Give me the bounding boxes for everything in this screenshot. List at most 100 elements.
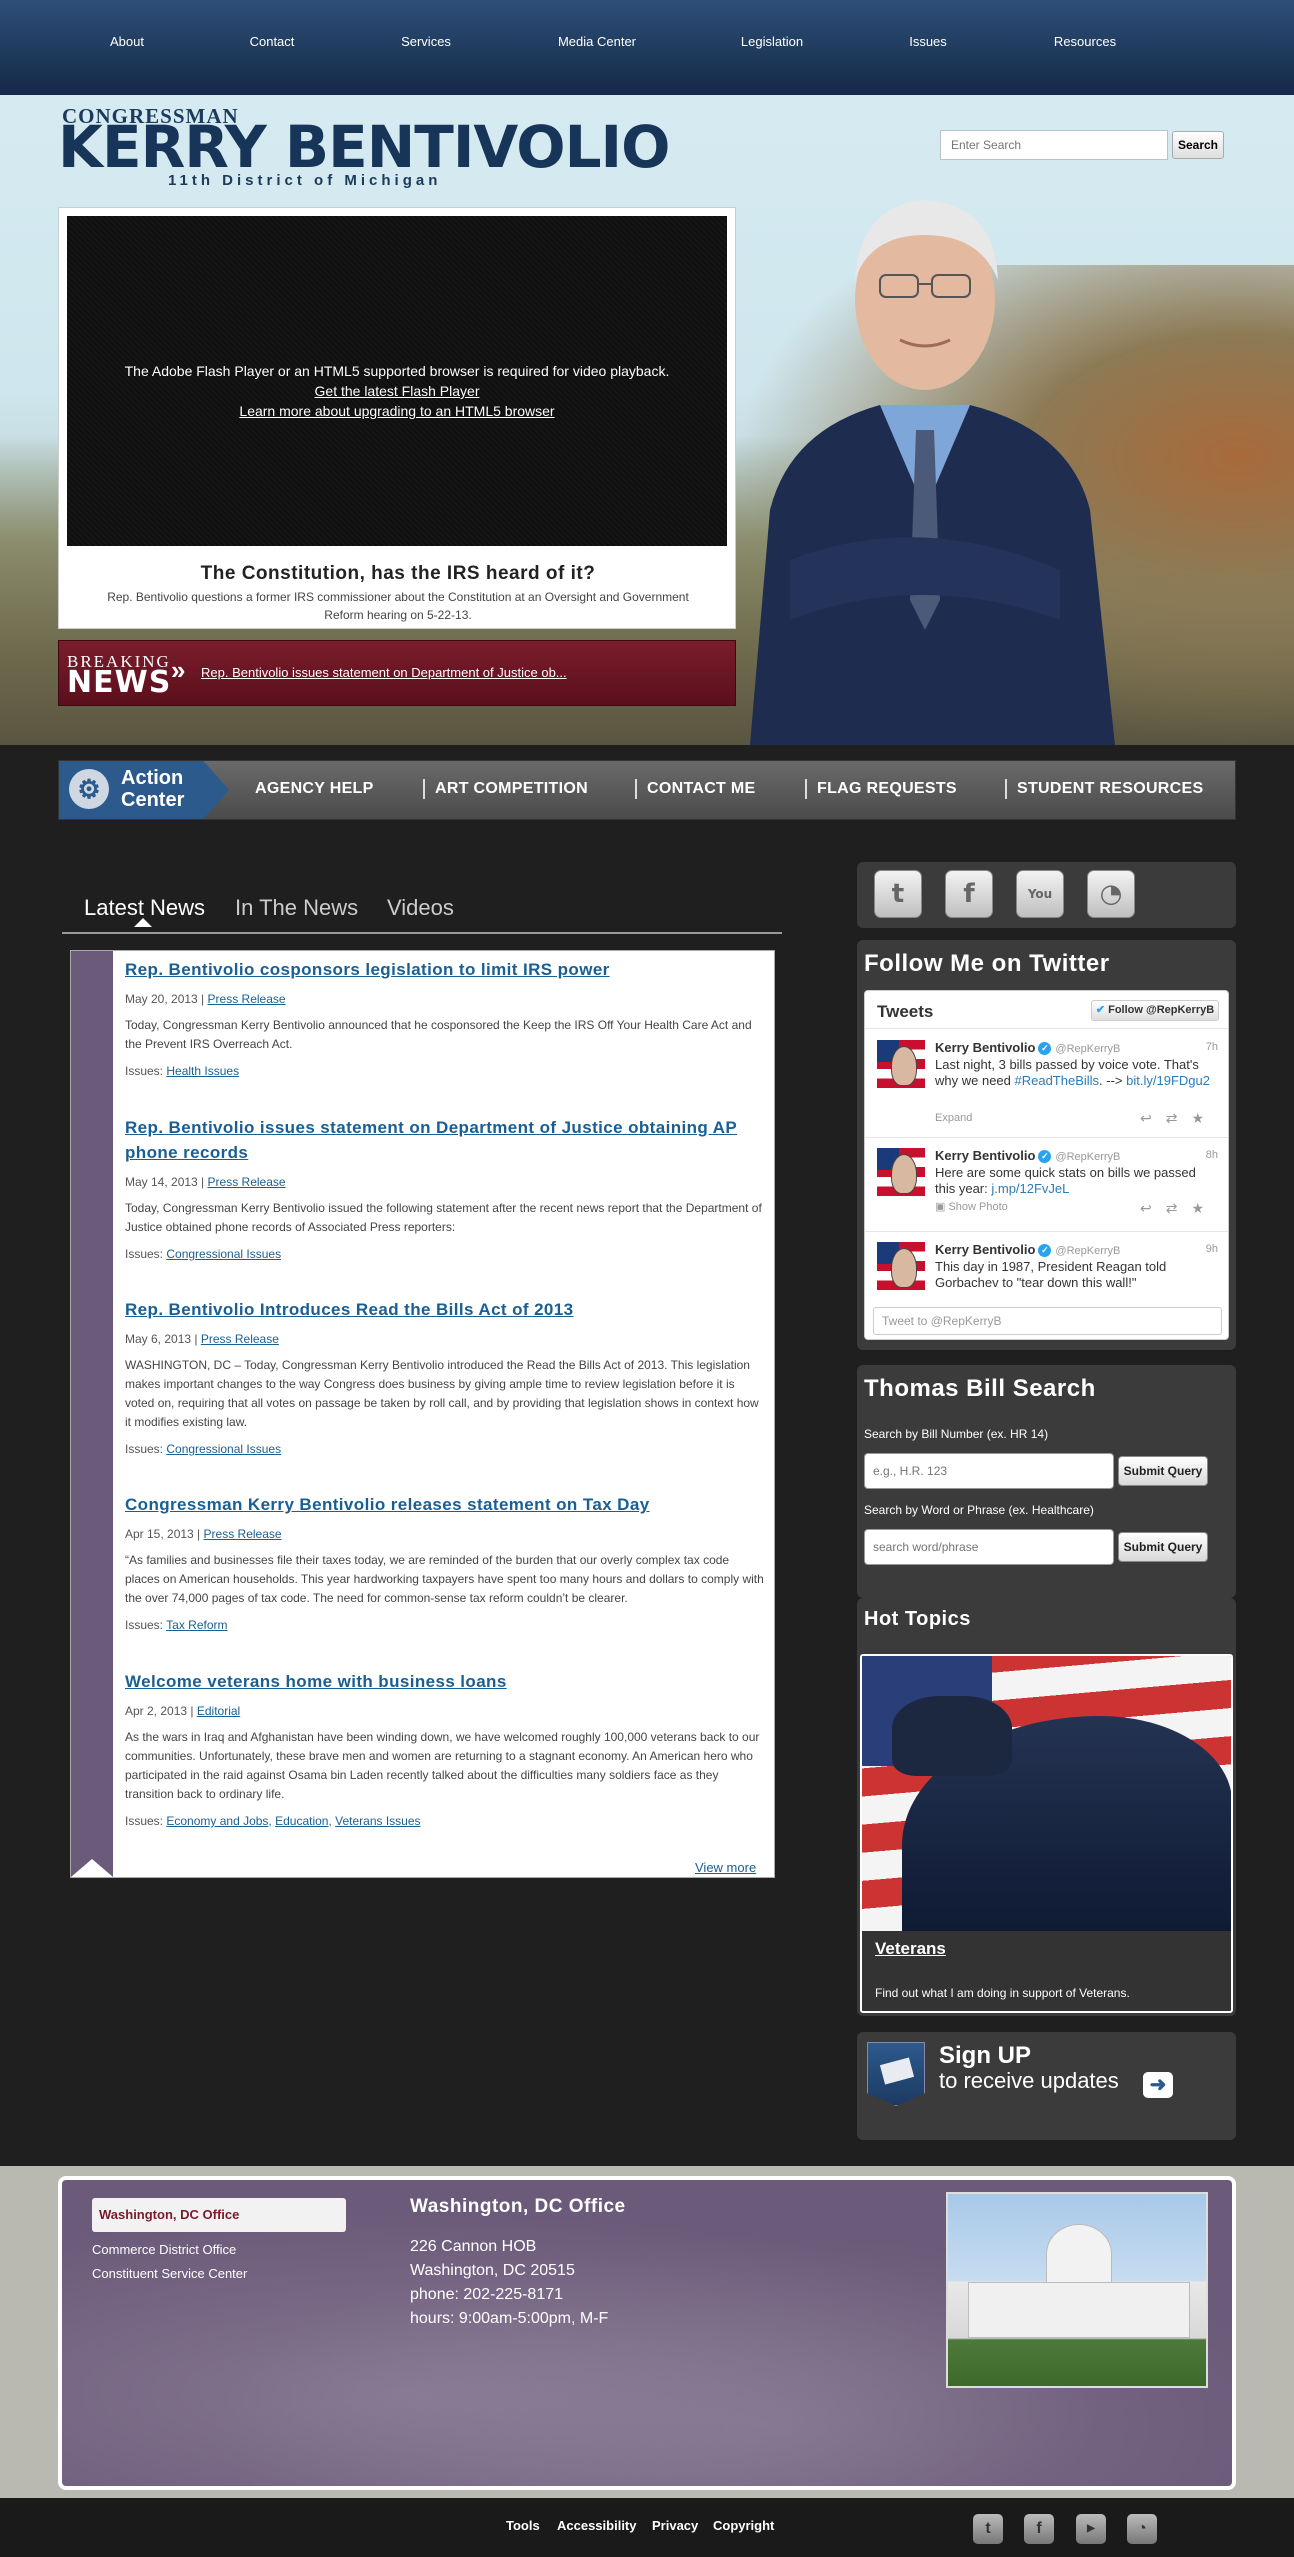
issue-link[interactable]: Education (275, 1814, 328, 1828)
facebook-icon[interactable]: f (945, 870, 993, 918)
tweet-time[interactable]: 8h (1206, 1149, 1218, 1161)
news-category-link[interactable]: Press Release (208, 992, 286, 1006)
action-flag-requests[interactable]: FLAG REQUESTS (817, 780, 957, 798)
news-title-link[interactable]: Rep. Bentivolio issues statement on Depa… (125, 1115, 765, 1165)
tweet-link[interactable]: j.mp/12FvJeL (991, 1181, 1069, 1196)
rss-icon[interactable]: ◔ (1087, 870, 1135, 918)
news-category-link[interactable]: Editorial (197, 1704, 240, 1718)
tab-in-the-news[interactable]: In The News (235, 895, 358, 921)
issue-link[interactable]: Tax Reform (166, 1618, 227, 1632)
action-center-badge[interactable]: ⚙ Action Center (59, 761, 229, 819)
action-student-resources[interactable]: STUDENT RESOURCES (1017, 780, 1203, 798)
nav-item-media-center[interactable]: Media Center (558, 34, 636, 49)
nav-item-resources[interactable]: Resources (1054, 34, 1116, 49)
nav-item-issues[interactable]: Issues (909, 34, 947, 49)
issue-link[interactable]: Economy and Jobs (166, 1814, 268, 1828)
footer-link-tools[interactable]: Tools (506, 2518, 540, 2533)
office-address-line1: 226 Cannon HOB (410, 2238, 537, 2255)
footer-link-accessibility[interactable]: Accessibility (557, 2518, 637, 2533)
news-title-link[interactable]: Welcome veterans home with business loan… (125, 1669, 765, 1694)
avatar[interactable] (877, 1148, 925, 1196)
footer-link-privacy[interactable]: Privacy (652, 2518, 698, 2533)
favorite-icon[interactable]: ★ (1191, 1110, 1218, 1126)
verified-icon: ✓ (1038, 1042, 1052, 1056)
action-art-competition[interactable]: ART COMPETITION (435, 780, 588, 798)
nav-item-legislation[interactable]: Legislation (741, 34, 803, 49)
favorite-icon[interactable]: ★ (1191, 1200, 1218, 1216)
news-category-link[interactable]: Press Release (208, 1175, 286, 1189)
video-required-text: The Adobe Flash Player or an HTML5 suppo… (124, 363, 670, 379)
youtube-icon[interactable]: You (1016, 870, 1064, 918)
footer-link-copyright[interactable]: Copyright (713, 2518, 774, 2533)
issues-label: Issues: (125, 1064, 164, 1078)
issue-link[interactable]: Veterans Issues (335, 1814, 420, 1828)
search-input[interactable] (940, 130, 1168, 160)
youtube-icon[interactable]: ▶ (1076, 2514, 1106, 2544)
bill-phrase-submit-button[interactable]: Submit Query (1118, 1532, 1208, 1562)
avatar[interactable] (877, 1242, 925, 1290)
news-meta: May 20, 2013 | Press Release (125, 992, 286, 1006)
hot-topic-card[interactable]: Veterans Find out what I am doing in sup… (860, 1654, 1233, 2013)
office-tab-commerce[interactable]: Commerce District Office (92, 2242, 236, 2257)
news-title-link[interactable]: Rep. Bentivolio Introduces Read the Bill… (125, 1297, 765, 1322)
expand-link[interactable]: Expand (935, 1112, 972, 1124)
facebook-icon[interactable]: f (1024, 2514, 1054, 2544)
office-tab-constituent[interactable]: Constituent Service Center (92, 2266, 247, 2281)
retweet-icon[interactable]: ⇄ (1166, 1200, 1192, 1216)
issue-link[interactable]: Congressional Issues (166, 1247, 281, 1261)
news-category-link[interactable]: Press Release (204, 1527, 282, 1541)
issue-link[interactable]: Health Issues (166, 1064, 239, 1078)
bill-number-submit-button[interactable]: Submit Query (1118, 1456, 1208, 1486)
signup-panel[interactable]: Sign UP to receive updates ➜ (857, 2032, 1236, 2140)
action-contact-me[interactable]: CONTACT ME (647, 780, 755, 798)
bill-number-input[interactable] (864, 1453, 1114, 1489)
rss-icon[interactable]: ◔ (1127, 2514, 1157, 2544)
bill-number-label: Search by Bill Number (ex. HR 14) (864, 1427, 1049, 1441)
action-agency-help[interactable]: AGENCY HELP (255, 780, 374, 798)
retweet-icon[interactable]: ⇄ (1166, 1110, 1192, 1126)
hot-topic-link[interactable]: Veterans (875, 1939, 946, 1959)
breaking-news-link[interactable]: Rep. Bentivolio issues statement on Depa… (201, 665, 567, 680)
news-title-link[interactable]: Congressman Kerry Bentivolio releases st… (125, 1492, 765, 1517)
reply-icon[interactable]: ↩ (1140, 1110, 1166, 1126)
view-more-link[interactable]: View more (695, 1860, 756, 1875)
nav-item-about[interactable]: About (110, 34, 144, 49)
tweet-handle: @RepKerryB (1055, 1151, 1121, 1163)
show-photo-link[interactable]: ▣ Show Photo (935, 1200, 1008, 1213)
tweet-author[interactable]: Kerry Bentivolio ✓ @RepKerryB (935, 1242, 1120, 1258)
tweet-author[interactable]: Kerry Bentivolio ✓ @RepKerryB (935, 1148, 1121, 1164)
bill-phrase-input[interactable] (864, 1529, 1114, 1565)
nav-item-contact[interactable]: Contact (250, 34, 295, 49)
html5-upgrade-link[interactable]: Learn more about upgrading to an HTML5 b… (239, 403, 554, 419)
tweet-compose-input[interactable]: Tweet to @RepKerryB (873, 1307, 1222, 1335)
office-tab-washington[interactable]: Washington, DC Office (92, 2198, 346, 2232)
tweet-time[interactable]: 7h (1206, 1041, 1218, 1053)
news-body: Today, Congressman Kerry Bentivolio issu… (125, 1201, 762, 1234)
tweet-time[interactable]: 9h (1206, 1243, 1218, 1255)
nav-item-services[interactable]: Services (401, 34, 451, 49)
issue-link[interactable]: Congressional Issues (166, 1442, 281, 1456)
video-player[interactable]: The Adobe Flash Player or an HTML5 suppo… (67, 216, 727, 546)
follow-button[interactable]: ✔ Follow @RepKerryB (1091, 1000, 1219, 1021)
tweet-author[interactable]: Kerry Bentivolio ✓ @RepKerryB (935, 1040, 1120, 1056)
feature-title[interactable]: The Constitution, has the IRS heard of i… (59, 563, 737, 585)
tweet-link[interactable]: bit.ly/19FDgu2 (1126, 1073, 1210, 1088)
tweets-heading: Tweets (877, 1002, 934, 1021)
capitol-dome (1046, 2224, 1112, 2284)
capitol-building (968, 2282, 1190, 2338)
reply-icon[interactable]: ↩ (1140, 1200, 1166, 1216)
news-category-link[interactable]: Press Release (201, 1332, 279, 1346)
arrow-right-icon[interactable]: ➜ (1143, 2072, 1173, 2098)
avatar[interactable] (877, 1040, 925, 1088)
hashtag-link[interactable]: #ReadTheBills (1015, 1073, 1100, 1088)
news-body: As the wars in Iraq and Afghanistan have… (125, 1730, 760, 1801)
search-button[interactable]: Search (1172, 131, 1224, 159)
twitter-icon[interactable]: t (973, 2514, 1003, 2544)
bottom-bar: Tools Accessibility Privacy Copyright t … (0, 2498, 1294, 2557)
flash-player-link[interactable]: Get the latest Flash Player (315, 383, 480, 399)
tab-videos[interactable]: Videos (387, 895, 454, 921)
news-title-link[interactable]: Rep. Bentivolio cosponsors legislation t… (125, 957, 765, 982)
gear-icon: ⚙ (69, 769, 109, 809)
twitter-icon[interactable]: t (874, 870, 922, 918)
veterans-salute-image[interactable] (862, 1656, 1231, 1931)
